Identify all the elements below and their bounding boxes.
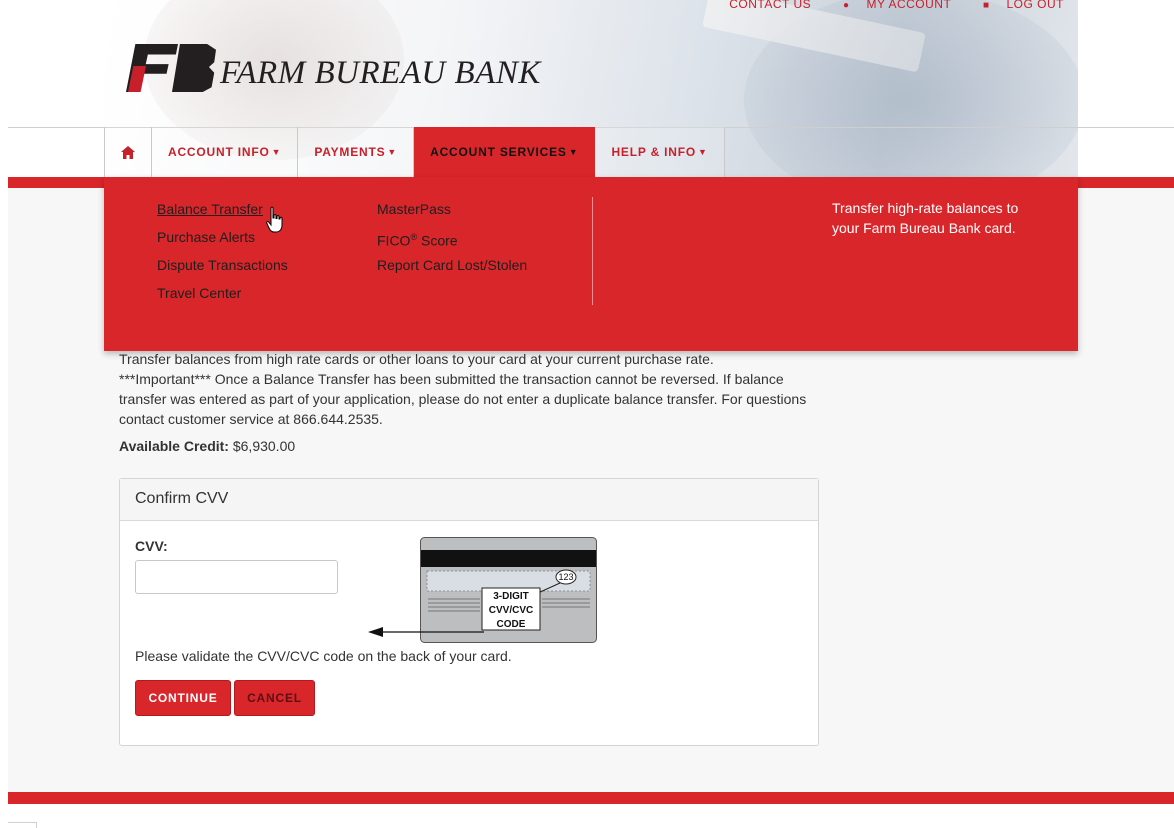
menu-item-travel-center[interactable]: Travel Center xyxy=(157,283,288,311)
card-cvv-code: 123 xyxy=(558,572,573,582)
account-services-dropdown: Balance Transfer Purchase Alerts Dispute… xyxy=(104,177,1078,351)
confirm-cvv-panel: Confirm CVV CVV: 123 3-DIGIT CVV/CVC COD… xyxy=(119,478,819,746)
nav-label: ACCOUNT SERVICES xyxy=(430,145,567,159)
card-caption-line-1: 3-DIGIT xyxy=(493,591,529,602)
caret-down-icon: ▼ xyxy=(698,147,708,157)
arrow-left-icon xyxy=(368,627,484,637)
brand-name: FARM BUREAU xyxy=(220,55,446,91)
fico-score-label: Score xyxy=(417,232,458,249)
cvv-instruction: Please validate the CVV/CVC code on the … xyxy=(135,648,512,664)
top-links: CONTACT US ● MY ACCOUNT ■ LOG OUT xyxy=(715,0,1064,11)
menu-item-dispute-transactions[interactable]: Dispute Transactions xyxy=(157,255,288,283)
available-credit: Available Credit: $6,930.00 xyxy=(119,438,295,454)
panel-title: Confirm CVV xyxy=(120,479,818,521)
user-icon: ● xyxy=(842,0,850,11)
dropdown-column-2: MasterPass FICO® Score Report Card Lost/… xyxy=(377,199,527,283)
nav-payments[interactable]: PAYMENTS ▼ xyxy=(298,127,415,177)
main-nav: ACCOUNT INFO ▼ PAYMENTS ▼ ACCOUNT SERVICES… xyxy=(104,127,725,177)
dropdown-description: Transfer high-rate balances to your Farm… xyxy=(832,200,1019,236)
continue-button[interactable]: CONTINUE xyxy=(135,680,231,716)
brand-logo[interactable]: FARM BUREAU BANK xyxy=(126,44,541,92)
menu-item-masterpass[interactable]: MasterPass xyxy=(377,199,527,227)
available-credit-label: Available Credit: xyxy=(119,438,229,454)
fico-label: FICO xyxy=(377,232,411,249)
nav-account-services[interactable]: ACCOUNT SERVICES ▼ xyxy=(414,127,596,177)
cvv-input[interactable] xyxy=(135,560,338,594)
log-out-label: LOG OUT xyxy=(1006,0,1064,11)
caret-down-icon: ▼ xyxy=(568,147,579,157)
brand-name-suffix: BANK xyxy=(454,55,541,91)
footer-red-bar xyxy=(8,792,1174,804)
contact-us-link[interactable]: CONTACT US xyxy=(729,0,811,11)
nav-label: ACCOUNT INFO xyxy=(168,145,270,159)
home-icon xyxy=(121,145,135,159)
nav-home[interactable] xyxy=(104,127,152,177)
lock-icon: ■ xyxy=(982,0,990,11)
menu-item-fico-score[interactable]: FICO® Score xyxy=(377,227,527,255)
nav-label: PAYMENTS xyxy=(314,145,386,159)
nav-label: HELP & INFO xyxy=(611,145,697,159)
fb-logo-mark-icon xyxy=(126,44,216,92)
nav-account-info[interactable]: ACCOUNT INFO ▼ xyxy=(152,127,299,177)
intro-line-2: ***Important*** Once a Balance Transfer … xyxy=(119,371,807,427)
card-caption-line-2: CVV/CVC xyxy=(489,605,533,616)
menu-item-report-lost-stolen[interactable]: Report Card Lost/Stolen xyxy=(377,255,527,283)
dropdown-separator xyxy=(592,197,593,305)
cancel-button[interactable]: CANCEL xyxy=(234,680,315,716)
caret-down-icon: ▼ xyxy=(387,147,398,157)
caret-down-icon: ▼ xyxy=(271,147,282,157)
log-out-link[interactable]: ■ LOG OUT xyxy=(969,0,1064,11)
brand-wordmark: FARM BUREAU BANK xyxy=(220,57,541,90)
intro-line-1: Transfer balances from high rate cards o… xyxy=(119,351,714,367)
card-caption-line-3: CODE xyxy=(497,619,526,630)
my-account-label: MY ACCOUNT xyxy=(866,0,952,11)
nav-help-info[interactable]: HELP & INFO ▼ xyxy=(595,127,725,177)
cvv-field-label: CVV: xyxy=(135,538,168,554)
intro-text: Transfer balances from high rate cards o… xyxy=(119,349,809,429)
my-account-link[interactable]: ● MY ACCOUNT xyxy=(829,0,951,11)
available-credit-value: $6,930.00 xyxy=(232,438,296,454)
hand-cursor-icon xyxy=(266,206,283,233)
left-edge-strip xyxy=(0,0,8,827)
